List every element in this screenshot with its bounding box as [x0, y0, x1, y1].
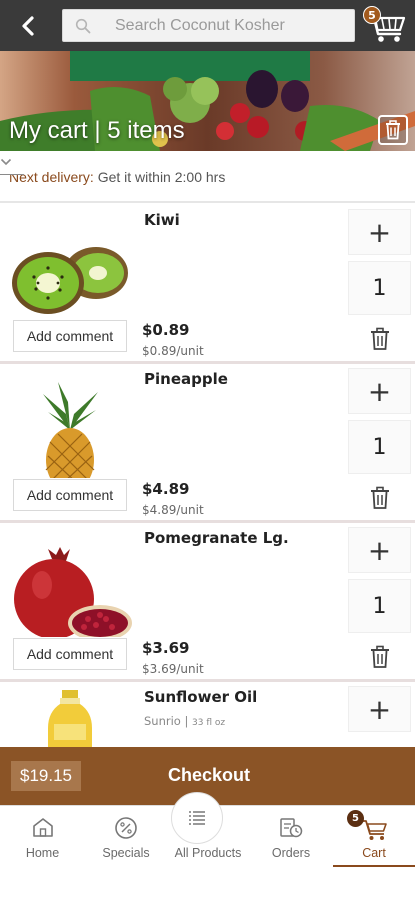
nav-home[interactable]: Home — [0, 806, 85, 868]
checkout-button-label: Checkout — [168, 765, 251, 785]
search-box[interactable] — [62, 9, 355, 42]
search-input[interactable] — [63, 10, 354, 41]
orders-icon — [280, 818, 303, 838]
delivery-row: Next delivery: Get it within 2:00 hrs — [0, 151, 415, 203]
plus-icon: + — [367, 374, 392, 408]
item-unit-price: $3.69/unit — [142, 662, 204, 676]
delivery-expand-button[interactable] — [0, 151, 24, 175]
chevron-down-icon — [0, 158, 12, 166]
nav-cart-badge: 5 — [347, 810, 364, 827]
remove-item-button[interactable] — [362, 321, 398, 357]
item-name: Pineapple — [144, 370, 228, 388]
add-comment-button[interactable]: Add comment — [13, 479, 127, 511]
item-brand: Sunrio — [144, 714, 181, 728]
chevron-left-icon — [22, 16, 34, 36]
nav-cart[interactable]: 5 Cart — [333, 806, 415, 868]
cart-banner: My cart | 5 items — [0, 51, 415, 151]
item-price: $4.89 — [142, 480, 190, 498]
home-icon — [32, 818, 53, 837]
item-name: Sunflower Oil — [144, 688, 258, 706]
percent-icon — [115, 817, 137, 839]
delivery-text: Next delivery: Get it within 2:00 hrs — [9, 169, 225, 185]
cart-title: My cart | 5 items — [9, 117, 185, 144]
item-price: $3.69 — [142, 639, 190, 657]
remove-item-button[interactable] — [362, 639, 398, 675]
item-quantity: 1 — [348, 420, 411, 474]
remove-item-button[interactable] — [362, 480, 398, 516]
increase-quantity-button[interactable]: + — [348, 686, 411, 732]
nav-all-products-label: All Products — [174, 846, 242, 860]
increase-quantity-button[interactable]: + — [348, 527, 411, 573]
kiwi-image — [12, 247, 128, 314]
pineapple-image — [43, 378, 98, 478]
separator: | — [184, 714, 193, 728]
bottom-blank-area — [0, 867, 415, 900]
nav-specials[interactable]: Specials — [85, 806, 167, 868]
item-name: Kiwi — [144, 211, 180, 229]
item-unit-price: $0.89/unit — [142, 344, 204, 358]
top-bar: 5 — [0, 0, 415, 51]
cart-item-kiwi: Kiwi Add comment $0.89 $0.89/unit + 1 — [0, 205, 415, 364]
item-quantity: 1 — [348, 261, 411, 315]
list-icon — [189, 811, 205, 825]
trash-icon — [371, 645, 389, 668]
trash-icon — [371, 327, 389, 350]
trash-icon — [371, 486, 389, 509]
clear-cart-button[interactable] — [378, 115, 408, 145]
item-name: Pomegranate Lg. — [144, 529, 289, 547]
increase-quantity-button[interactable]: + — [348, 368, 411, 414]
all-products-circle — [171, 792, 223, 844]
cart-count-badge: 5 — [363, 6, 381, 24]
item-unit-price: $4.89/unit — [142, 503, 204, 517]
nav-cart-label: Cart — [362, 846, 386, 860]
plus-icon: + — [367, 533, 392, 567]
nav-orders-label: Orders — [271, 846, 311, 860]
item-price: $0.89 — [142, 321, 190, 339]
add-comment-button[interactable]: Add comment — [13, 638, 127, 670]
plus-icon: + — [367, 215, 392, 249]
plus-icon: + — [367, 692, 392, 726]
delivery-value: Get it within 2:00 hrs — [97, 169, 226, 185]
increase-quantity-button[interactable]: + — [348, 209, 411, 255]
cart-item-pineapple: Pineapple Add comment $4.89 $4.89/unit +… — [0, 364, 415, 523]
nav-all-products[interactable]: All Products — [167, 792, 249, 868]
trash-icon — [386, 120, 400, 140]
pomegranate-image — [14, 547, 132, 637]
nav-orders[interactable]: Orders — [249, 806, 333, 868]
cart-item-sunflower-oil: Sunflower Oil Sunrio | 33 fl oz + — [0, 682, 415, 747]
cart-item-pomegranate: Pomegranate Lg. Add comment $3.69 $3.69/… — [0, 523, 415, 682]
sunflower-oil-image — [48, 690, 92, 747]
add-comment-button[interactable]: Add comment — [13, 320, 127, 352]
bottom-nav: Home Specials All Products Orders 5 Cart — [0, 792, 415, 868]
back-button[interactable] — [14, 12, 42, 40]
cart-total: $19.15 — [11, 761, 81, 791]
nav-home-label: Home — [25, 846, 60, 860]
item-brand-size: Sunrio | 33 fl oz — [144, 714, 225, 728]
item-size: 33 fl oz — [192, 718, 226, 728]
item-quantity: 1 — [348, 579, 411, 633]
header-cart-button[interactable]: 5 — [362, 4, 408, 46]
nav-specials-label: Specials — [102, 846, 150, 860]
